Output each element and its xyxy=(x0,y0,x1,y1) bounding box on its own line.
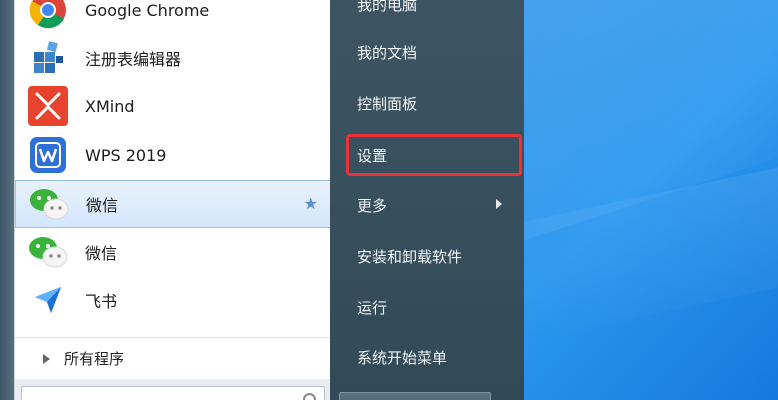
menu-item-label: 安装和卸载软件 xyxy=(357,247,463,266)
star-icon[interactable]: ★ xyxy=(304,194,318,213)
menu-item-label: 系统开始菜单 xyxy=(357,348,448,367)
app-item-feishu[interactable]: 飞书 xyxy=(15,276,331,324)
chrome-icon xyxy=(28,0,68,30)
menu-item-run[interactable]: 运行 xyxy=(346,287,522,327)
app-item-xmind[interactable]: XMind xyxy=(15,82,331,130)
registry-editor-icon xyxy=(28,38,68,78)
search-icon[interactable] xyxy=(303,393,316,400)
app-label: 飞书 xyxy=(85,292,118,311)
app-label: 微信 xyxy=(85,244,118,263)
shutdown-button[interactable] xyxy=(339,392,491,400)
menu-item-label: 控制面板 xyxy=(357,94,418,113)
app-label: XMind xyxy=(85,96,135,116)
app-item-wechat-selected[interactable]: 微信 ★ xyxy=(15,180,331,228)
app-label: 微信 xyxy=(86,196,119,215)
search-input[interactable] xyxy=(22,388,282,400)
menu-item-label: 运行 xyxy=(357,298,388,317)
menu-item-control-panel[interactable]: 控制面板 xyxy=(346,83,522,123)
chevron-right-icon xyxy=(496,199,502,209)
wps-icon xyxy=(28,135,68,175)
menu-item-install-uninstall[interactable]: 安装和卸载软件 xyxy=(346,236,522,276)
xmind-icon xyxy=(28,86,68,126)
all-programs-label: 所有程序 xyxy=(64,350,125,368)
menu-item-settings[interactable]: 设置 xyxy=(346,134,522,176)
app-item-wechat[interactable]: 微信 xyxy=(15,228,331,276)
search-box xyxy=(21,386,325,400)
menu-item-label: 设置 xyxy=(357,146,388,165)
menu-item-more[interactable]: 更多 xyxy=(346,185,522,225)
app-label: WPS 2019 xyxy=(85,145,167,165)
app-item-registry-editor[interactable]: 注册表编辑器 xyxy=(15,34,331,82)
wechat-icon xyxy=(28,232,68,272)
start-menu-left-edge xyxy=(0,0,14,400)
wechat-icon xyxy=(29,184,69,224)
feishu-icon xyxy=(28,280,68,320)
app-item-wps-2019[interactable]: WPS 2019 xyxy=(15,131,331,179)
menu-item-label: 我的文档 xyxy=(357,43,418,62)
app-label: 注册表编辑器 xyxy=(85,50,182,69)
menu-item-system-start-menu[interactable]: 系统开始菜单 xyxy=(346,337,522,377)
all-programs-button[interactable]: 所有程序 xyxy=(15,337,331,379)
start-menu-shortcuts-pane: 我的电脑 我的文档 控制面板 设置 更多 安装和卸载软件 运行 系统开始菜单 xyxy=(330,0,524,400)
menu-item-my-computer[interactable]: 我的电脑 xyxy=(346,0,522,24)
app-item-google-chrome[interactable]: Google Chrome xyxy=(15,0,331,34)
app-label: Google Chrome xyxy=(85,0,210,20)
menu-item-label: 我的电脑 xyxy=(357,0,418,14)
menu-item-my-documents[interactable]: 我的文档 xyxy=(346,32,522,72)
triangle-right-icon xyxy=(43,353,50,364)
menu-item-label: 更多 xyxy=(357,196,388,215)
start-menu-programs-pane: Google Chrome 注册表编辑器 XMind WPS 2019 微信 ★… xyxy=(14,0,331,400)
